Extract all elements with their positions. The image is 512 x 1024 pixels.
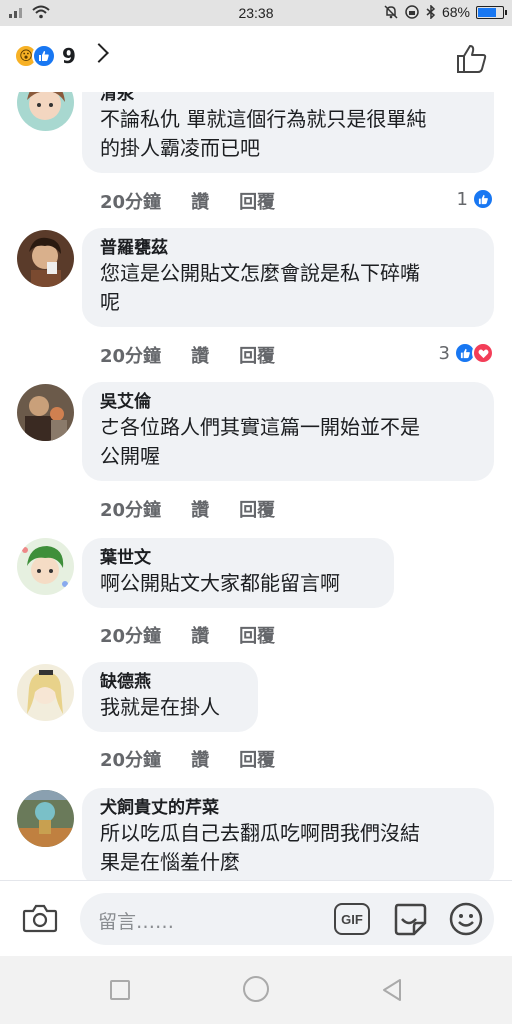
chevron-right-icon[interactable] xyxy=(89,43,109,63)
avatar[interactable] xyxy=(17,230,74,287)
like-link[interactable]: 讚 xyxy=(191,188,209,214)
avatar[interactable] xyxy=(17,538,74,595)
comment-text-line: 我就是在掛人 xyxy=(100,695,220,719)
emoji-icon[interactable] xyxy=(448,901,484,937)
status-right: 68% xyxy=(384,4,507,20)
reply-link[interactable]: 回覆 xyxy=(239,188,275,214)
comment-reactions[interactable]: 3 xyxy=(439,342,494,364)
recent-apps-icon[interactable] xyxy=(110,980,130,1000)
lock-icon xyxy=(405,5,419,19)
battery-icon xyxy=(476,5,507,19)
bluetooth-icon xyxy=(426,5,436,19)
avatar[interactable] xyxy=(17,790,74,847)
comment-text-line: 所以吃瓜自己去翻瓜吃啊問我們沒結 xyxy=(100,821,420,845)
reply-link[interactable]: 回覆 xyxy=(239,622,275,648)
comment-actions: 20分鐘 讚 回覆 xyxy=(100,342,305,368)
reply-link[interactable]: 回覆 xyxy=(239,342,275,368)
reply-link[interactable]: 回覆 xyxy=(239,746,275,772)
avatar[interactable] xyxy=(17,384,74,441)
comment-text-line: 果是在惱羞什麼 xyxy=(100,850,240,874)
thumbs-up-icon[interactable] xyxy=(456,44,488,74)
home-icon[interactable] xyxy=(243,976,269,1002)
comment-text-line: 的掛人霸凌而已吧 xyxy=(100,136,260,160)
camera-icon[interactable] xyxy=(22,903,58,933)
back-icon[interactable] xyxy=(380,978,404,1002)
reply-link[interactable]: 回覆 xyxy=(239,496,275,522)
comment-bubble[interactable]: 清汞 不論私仇 單就這個行為就只是很單純 的掛人霸凌而已吧 xyxy=(82,92,494,173)
comment-reaction-count: 3 xyxy=(438,342,450,364)
avatar[interactable] xyxy=(17,92,74,131)
comment-input-bar: 留言…… GIF xyxy=(0,880,512,956)
comment-text-line: 不論私仇 單就這個行為就只是很單純 xyxy=(100,107,427,131)
comment-text-line: 公開喔 xyxy=(100,444,160,468)
comments-list: 清汞 不論私仇 單就這個行為就只是很單純 的掛人霸凌而已吧 20分鐘 讚 回覆 … xyxy=(0,92,512,880)
comment-reactions[interactable]: 1 xyxy=(457,188,494,210)
love-reaction-icon xyxy=(472,342,494,364)
comment-author[interactable]: 犬飼貴丈的芹菜 xyxy=(100,797,476,819)
battery-level xyxy=(478,7,496,17)
comment-bubble[interactable]: 葉世文 啊公開貼文大家都能留言啊 xyxy=(82,538,394,608)
battery-percent: 68% xyxy=(441,4,470,20)
comment-time: 20分鐘 xyxy=(100,626,162,647)
system-nav-bar xyxy=(0,956,512,1024)
like-link[interactable]: 讚 xyxy=(191,746,209,772)
comment-actions: 20分鐘 讚 回覆 xyxy=(100,496,305,522)
like-link[interactable]: 讚 xyxy=(191,342,209,368)
comment-actions: 20分鐘 讚 回覆 xyxy=(100,188,305,214)
status-bar: 23:38 68% xyxy=(0,0,512,26)
comment-time: 20分鐘 xyxy=(100,750,162,771)
bell-mute-icon xyxy=(384,5,398,19)
comment-reaction-count: 1 xyxy=(456,188,468,210)
comment-author[interactable]: 葉世文 xyxy=(100,547,376,569)
comment-actions: 20分鐘 讚 回覆 xyxy=(100,622,305,648)
comment-time: 20分鐘 xyxy=(100,500,162,521)
comment-bubble[interactable]: 吳艾倫 ㄜ各位路人們其實這篇一開始並不是 公開喔 xyxy=(82,382,494,481)
like-link[interactable]: 讚 xyxy=(191,496,209,522)
gif-button[interactable]: GIF xyxy=(334,903,370,935)
comment-author[interactable]: 清汞 xyxy=(100,92,476,105)
comment-input-placeholder: 留言…… xyxy=(98,911,175,933)
comment-actions: 20分鐘 讚 回覆 xyxy=(100,746,305,772)
comment-bubble[interactable]: 缺德燕 我就是在掛人 xyxy=(82,662,258,732)
comment-author[interactable]: 缺德燕 xyxy=(100,671,240,693)
comment-time: 20分鐘 xyxy=(100,346,162,367)
avatar[interactable] xyxy=(17,664,74,721)
comment-author[interactable]: 吳艾倫 xyxy=(100,391,476,413)
like-reaction-icon xyxy=(32,44,56,68)
comment-author[interactable]: 普羅甕茲 xyxy=(100,237,476,259)
comment-bubble[interactable]: 犬飼貴丈的芹菜 所以吃瓜自己去翻瓜吃啊問我們沒結 果是在惱羞什麼 xyxy=(82,788,494,880)
like-link[interactable]: 讚 xyxy=(191,622,209,648)
comment-time: 20分鐘 xyxy=(100,192,162,213)
comment-text-line: 您這是公開貼文怎麼會說是私下碎嘴 xyxy=(100,261,420,285)
reactions-summary[interactable]: 😮 9 xyxy=(14,44,76,68)
comment-bubble[interactable]: 普羅甕茲 您這是公開貼文怎麼會說是私下碎嘴 呢 xyxy=(82,228,494,327)
reactions-header: 😮 9 xyxy=(0,26,512,92)
sticker-icon[interactable] xyxy=(392,901,428,937)
reaction-count: 9 xyxy=(62,44,76,68)
comment-text-line: 啊公開貼文大家都能留言啊 xyxy=(100,571,340,595)
comment-text-line: 呢 xyxy=(100,290,120,314)
comment-input[interactable]: 留言…… GIF xyxy=(80,893,494,945)
like-reaction-icon xyxy=(472,188,494,210)
comment-text-line: ㄜ各位路人們其實這篇一開始並不是 xyxy=(100,415,420,439)
